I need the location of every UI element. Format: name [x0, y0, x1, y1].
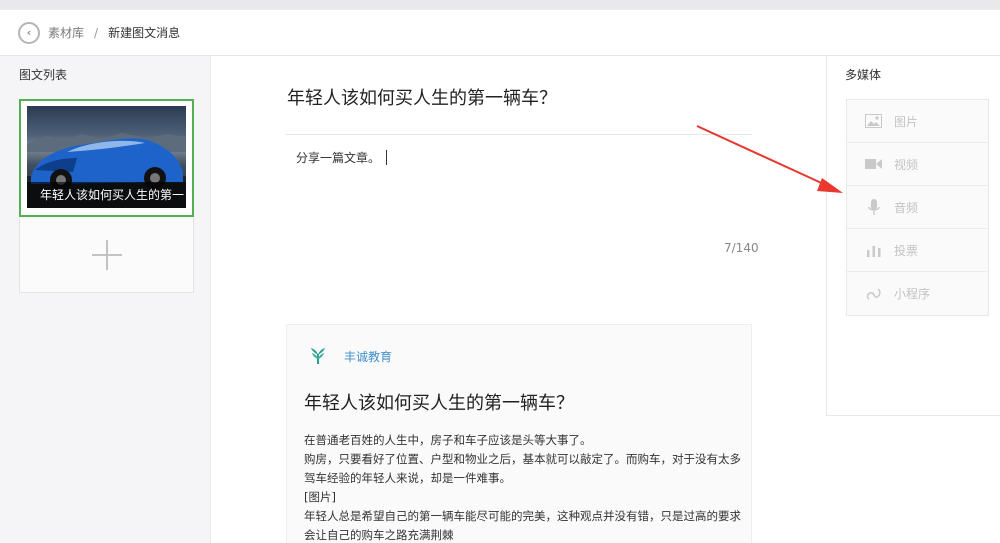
breadcrumb: ‹ 素材库 / 新建图文消息	[0, 10, 1000, 56]
article-preview-card: 丰诚教育 年轻人该如何买人生的第一辆车？ 在普通老百姓的人生中，房子和车子应该是…	[286, 324, 752, 543]
media-item-label: 投票	[894, 243, 919, 258]
multimedia-title: 多媒体	[845, 68, 882, 82]
article-title-input[interactable]: 年轻人该如何买人生的第一辆车？	[287, 84, 557, 110]
text-cursor	[386, 150, 388, 165]
article-card-caption: 年轻人该如何买人生的第一辆车	[27, 182, 186, 208]
multimedia-list: 图片 视频 音频 投票 小程序	[846, 99, 989, 316]
preview-source-row: 丰诚教育	[309, 347, 392, 365]
article-cover-thumbnail: 年轻人该如何买人生的第一辆车	[27, 106, 186, 208]
media-item-audio[interactable]: 音频	[847, 186, 988, 229]
digest-text: 分享一篇文章。	[296, 151, 381, 165]
breadcrumb-current: 新建图文消息	[108, 26, 181, 40]
digest-char-counter: 7/140	[724, 241, 759, 255]
media-item-label: 音频	[894, 200, 919, 215]
media-item-vote[interactable]: 投票	[847, 229, 988, 272]
add-article-button[interactable]	[19, 218, 194, 293]
media-item-label: 小程序	[894, 287, 931, 301]
image-icon	[865, 113, 882, 130]
multimedia-panel: 多媒体 图片 视频 音频 投票 小程序	[826, 56, 1000, 416]
preview-source-name[interactable]: 丰诚教育	[344, 348, 392, 365]
window-top-strip	[0, 0, 1000, 10]
article-list-panel: 图文列表 年轻人该如何买人生的第一辆车	[0, 56, 211, 543]
back-arrow-icon[interactable]: ‹	[18, 21, 40, 44]
bar-chart-icon	[865, 242, 882, 259]
media-item-mini-program[interactable]: 小程序	[847, 272, 988, 315]
microphone-icon	[865, 198, 882, 216]
breadcrumb-separator: /	[94, 25, 99, 40]
wheat-logo-icon	[311, 348, 325, 364]
preview-paragraph: 在普通老百姓的人生中，房子和车子应该是头等大事了。	[304, 433, 592, 447]
title-divider	[286, 134, 752, 135]
preview-paragraph: 年轻人总是希望自己的第一辆车能尽可能的完美，这种观点并没有错，只是过高的要求会让…	[304, 509, 741, 542]
preview-title: 年轻人该如何买人生的第一辆车？	[304, 393, 574, 414]
article-editor: 年轻人该如何买人生的第一辆车？ 分享一篇文章。 7/140 丰诚教育 年轻人该如…	[212, 56, 826, 543]
preview-paragraph: 购房，只要看好了位置、户型和物业之后，基本就可以敲定了。而购车，对于没有太多驾车…	[304, 452, 741, 485]
media-item-image[interactable]: 图片	[847, 100, 988, 143]
media-item-label: 图片	[894, 114, 919, 129]
media-item-label: 视频	[894, 157, 919, 172]
plus-icon	[91, 240, 122, 270]
media-item-video[interactable]: 视频	[847, 143, 988, 186]
digest-input[interactable]: 分享一篇文章。	[296, 149, 388, 166]
breadcrumb-library-link[interactable]: 素材库	[48, 24, 84, 41]
preview-body: 在普通老百姓的人生中，房子和车子应该是头等大事了。 购房，只要看好了位置、户型和…	[304, 431, 744, 543]
article-list-title: 图文列表	[19, 68, 68, 82]
video-icon	[865, 156, 882, 173]
mini-program-icon	[865, 285, 882, 302]
preview-image-placeholder: [图片]	[304, 490, 336, 504]
article-card-selected[interactable]: 年轻人该如何买人生的第一辆车	[19, 99, 194, 217]
